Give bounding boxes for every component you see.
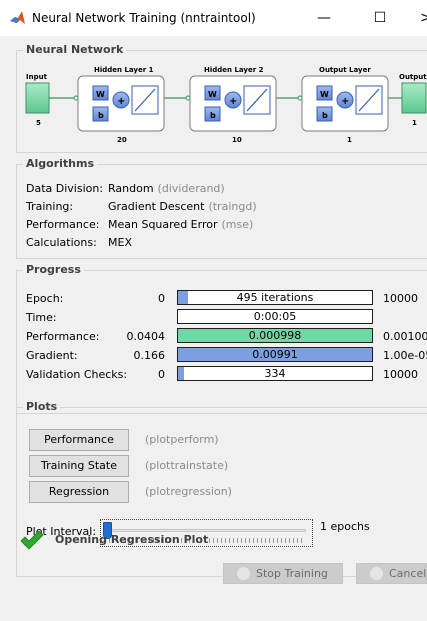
progress-current-value: 0.000998: [248, 329, 302, 342]
plot-performance-button[interactable]: Performance: [29, 429, 129, 451]
svg-text:+: +: [229, 96, 237, 107]
progress-bar-gradient: 0.00991: [177, 347, 373, 362]
title-bar: Neural Network Training (nntraintool) — …: [0, 0, 427, 36]
progress-bar-time: 0:00:05: [177, 309, 373, 324]
progress-bar-performance: 0.000998: [177, 328, 373, 343]
output-label: Output: [399, 73, 427, 81]
algorithm-value: MEX: [108, 236, 132, 249]
stop-icon: [237, 567, 250, 580]
progress-start-value: 0: [158, 292, 165, 305]
minimize-button[interactable]: —: [312, 8, 336, 28]
layer-hidden-1: Hidden Layer 1 W b + 20: [77, 66, 165, 144]
layer-output: Output Layer W b + 1: [301, 66, 389, 144]
progress-end-value: 10000: [383, 292, 418, 305]
progress-end-value: 0.00100: [383, 330, 427, 343]
progress-current-value: 0:00:05: [253, 310, 297, 323]
progress-current-value: 495 iterations: [236, 291, 314, 304]
cancel-icon: [370, 567, 383, 580]
checkmark-icon: [20, 530, 44, 550]
progress-current-value: 0.00991: [252, 348, 298, 361]
plot-function-label: (plottrainstate): [145, 459, 229, 472]
slider-track: [107, 529, 306, 532]
progress-current-value: 334: [264, 367, 286, 380]
algorithm-fn: (traingd): [208, 200, 257, 213]
group-label-progress: Progress: [23, 263, 84, 276]
bias-label: b: [322, 111, 328, 120]
weight-label: W: [320, 90, 329, 99]
layer-hidden-2: Hidden Layer 2 W b + 10: [189, 66, 277, 144]
plot-training-state-button[interactable]: Training State: [29, 455, 129, 477]
window-title: Neural Network Training (nntraintool): [32, 11, 256, 25]
algorithms-group: Algorithms Data Division: Random (dividera…: [16, 157, 427, 259]
algorithm-row-performance: Performance: Mean Squared Error (mse): [26, 218, 253, 231]
progress-bar-validation-checks: 334: [177, 366, 373, 381]
algorithm-key: Training:: [26, 200, 74, 213]
svg-text:+: +: [341, 96, 349, 107]
status-message: Opening Regression Plot: [55, 533, 209, 546]
input-size: 5: [36, 119, 41, 127]
bias-label: b: [210, 111, 216, 120]
algorithm-row-calculations: Calculations: MEX: [26, 236, 132, 249]
bias-label: b: [98, 111, 104, 120]
window-client: Neural Network Input 5 Hidden Layer 1 W …: [0, 36, 427, 621]
weight-label: W: [208, 90, 217, 99]
algorithm-value: Gradient Descent: [108, 200, 205, 213]
algorithm-fn: (mse): [221, 218, 254, 231]
algorithm-value: Random: [108, 182, 154, 195]
cancel-button[interactable]: Cancel: [356, 563, 427, 584]
close-button[interactable]: >: [414, 8, 427, 28]
input-label: Input: [26, 73, 48, 81]
input-block: Input 5: [25, 73, 50, 127]
progress-end-value: 10000: [383, 368, 418, 381]
neural-network-group: Neural Network Input 5 Hidden Layer 1 W …: [16, 43, 427, 153]
algorithm-key: Performance:: [26, 218, 100, 231]
plot-function-label: (plotregression): [145, 485, 232, 498]
maximize-button[interactable]: ☐: [368, 8, 392, 28]
output-size: 1: [412, 119, 417, 127]
layer-title-output: Output Layer: [319, 66, 371, 74]
progress-label: Epoch:: [26, 292, 64, 305]
algorithm-row-training: Training: Gradient Descent (traingd): [26, 200, 257, 213]
output-block: Output 1: [399, 73, 427, 127]
layer-title-hidden-1: Hidden Layer 1: [94, 66, 154, 74]
group-label-plots: Plots: [23, 400, 61, 413]
stop-training-button[interactable]: Stop Training: [223, 563, 343, 584]
weight-label: W: [96, 90, 105, 99]
stop-training-label: Stop Training: [256, 567, 328, 580]
layer-size-hidden-2: 10: [232, 136, 242, 144]
layer-size-hidden-1: 20: [117, 136, 127, 144]
algorithm-row-data-division: Data Division: Random (dividerand): [26, 182, 225, 195]
progress-start-value: 0.0404: [126, 330, 166, 343]
progress-start-value: 0.166: [133, 349, 166, 362]
svg-text:+: +: [117, 96, 125, 107]
progress-start-value: 0: [158, 368, 165, 381]
progress-bar-epoch: 495 iterations: [177, 290, 373, 305]
plots-group: Plots Performance (plotperform) Training…: [16, 400, 427, 577]
algorithm-key: Calculations:: [26, 236, 97, 249]
group-label-algorithms: Algorithms: [23, 157, 98, 170]
layer-title-hidden-2: Hidden Layer 2: [204, 66, 264, 74]
progress-group: Progress Epoch: 0 495 iterations 10000 T…: [16, 263, 427, 414]
algorithm-value: Mean Squared Error: [108, 218, 218, 231]
plot-function-label: (plotperform): [145, 433, 219, 446]
algorithm-fn: (dividerand): [157, 182, 225, 195]
progress-label: Time:: [26, 311, 57, 324]
progress-end-value: 1.00e-05: [383, 349, 427, 362]
layer-size-output: 1: [347, 136, 352, 144]
network-diagram: Input 5 Hidden Layer 1 W b + 20 Hidden L…: [25, 66, 427, 144]
cancel-label: Cancel: [389, 567, 427, 580]
plot-regression-button[interactable]: Regression: [29, 481, 129, 503]
algorithm-key: Data Division:: [26, 182, 104, 195]
plot-interval-value: 1 epochs: [320, 520, 370, 533]
matlab-icon: [10, 11, 25, 24]
